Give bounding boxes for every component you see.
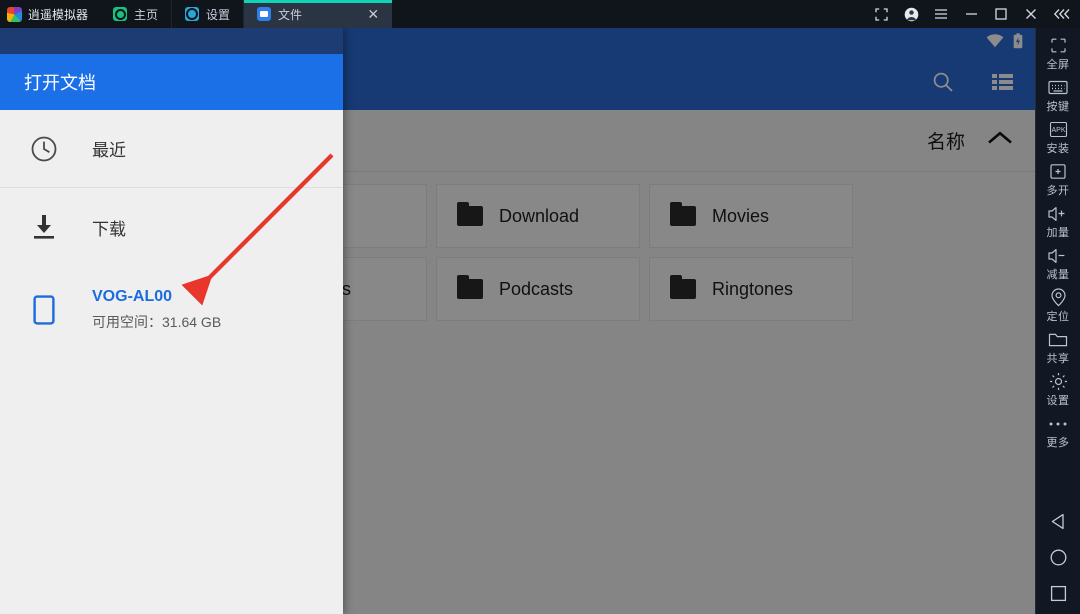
emulator-side-toolbar: 全屏 按键 APK 安装: [1035, 28, 1080, 614]
rail-item-settings-label: 设置: [1047, 392, 1070, 408]
volume-down-icon: [1047, 246, 1069, 265]
menu-button[interactable]: [926, 0, 956, 28]
download-icon: [30, 214, 58, 240]
keyboard-icon: [1048, 78, 1068, 97]
device-name: VOG-AL00: [92, 288, 221, 306]
close-button[interactable]: [1016, 0, 1046, 28]
drawer-item-recent-label: 最近: [92, 136, 126, 161]
clock-icon: [30, 135, 58, 163]
rail-item-multi-instance[interactable]: 多开: [1036, 158, 1080, 200]
rail-item-share-label: 共享: [1047, 350, 1070, 366]
rail-item-multi-instance-label: 多开: [1047, 182, 1070, 198]
multi-instance-icon: [1049, 162, 1067, 181]
drawer-item-recent[interactable]: 最近: [0, 110, 343, 188]
rail-item-volume-down[interactable]: 减量: [1036, 242, 1080, 284]
tab-close-icon[interactable]: ✕: [367, 7, 379, 21]
shared-folder-icon: [1048, 330, 1068, 349]
drawer-status-area: [0, 28, 343, 54]
tab-settings[interactable]: 设置: [172, 0, 244, 28]
rail-item-keys[interactable]: 按键: [1036, 74, 1080, 116]
android-back-button[interactable]: [1036, 506, 1080, 542]
rail-item-volume-up[interactable]: 加量: [1036, 200, 1080, 242]
home-circle-icon: [1049, 548, 1068, 572]
drawer-title: 打开文档: [24, 69, 96, 95]
rail-item-fullscreen-label: 全屏: [1047, 56, 1070, 72]
drawer-item-downloads[interactable]: 下载: [0, 188, 343, 266]
fullscreen-icon: [1049, 36, 1068, 55]
volume-up-icon: [1047, 204, 1069, 223]
tab-files[interactable]: 文件 ✕: [244, 0, 392, 28]
rail-item-keys-label: 按键: [1047, 98, 1070, 114]
android-screen: 11:45 A 打开文档: [0, 28, 1035, 614]
drawer-item-downloads-label: 下载: [92, 215, 126, 240]
svg-text:APK: APK: [1051, 127, 1065, 134]
brand-label: 逍遥模拟器: [28, 6, 88, 23]
account-button[interactable]: [896, 0, 926, 28]
rail-item-fullscreen[interactable]: 全屏: [1036, 32, 1080, 74]
tab-settings-label: 设置: [206, 6, 230, 23]
apk-install-icon: APK: [1049, 120, 1068, 139]
window-controls: [866, 0, 1080, 28]
drawer-item-device[interactable]: VOG-AL00 可用空间：31.64 GB: [0, 266, 343, 354]
rail-item-install-label: 安装: [1047, 140, 1070, 156]
tab-home[interactable]: 主页: [100, 0, 172, 28]
files-app-icon: [257, 7, 271, 21]
minimize-button[interactable]: [956, 0, 986, 28]
tab-home-label: 主页: [134, 6, 158, 23]
collapse-rail-button[interactable]: [1046, 0, 1076, 28]
rail-item-install[interactable]: APK 安装: [1036, 116, 1080, 158]
emulator-window: 逍遥模拟器 主页 设置 文件 ✕: [0, 0, 1080, 614]
emulator-titlebar: 逍遥模拟器 主页 设置 文件 ✕: [0, 0, 1080, 28]
device-free-space: 可用空间：31.64 GB: [92, 312, 221, 332]
device-text-block: VOG-AL00 可用空间：31.64 GB: [92, 288, 221, 332]
memu-logo-icon: [7, 7, 22, 22]
ellipsis-icon: [1048, 414, 1068, 433]
rail-item-location-label: 定位: [1047, 308, 1070, 324]
recents-square-icon: [1049, 584, 1068, 608]
location-pin-icon: [1050, 288, 1067, 307]
fullscreen-button[interactable]: [866, 0, 896, 28]
titlebar-spacer: [392, 0, 866, 28]
gear-icon: [1049, 372, 1068, 391]
tab-files-label: 文件: [278, 6, 350, 23]
rail-item-volume-down-label: 减量: [1047, 266, 1070, 282]
navigation-drawer: 打开文档 最近 下载: [0, 28, 343, 614]
android-recents-button[interactable]: [1036, 578, 1080, 614]
rail-item-volume-up-label: 加量: [1047, 224, 1070, 240]
drawer-title-bar: 打开文档: [0, 54, 343, 110]
home-app-icon: [113, 7, 127, 21]
brand: 逍遥模拟器: [0, 0, 100, 28]
phone-icon: [30, 295, 58, 325]
back-triangle-icon: [1049, 512, 1068, 536]
rail-item-settings[interactable]: 设置: [1036, 368, 1080, 410]
maximize-button[interactable]: [986, 0, 1016, 28]
android-home-button[interactable]: [1036, 542, 1080, 578]
settings-app-icon: [185, 7, 199, 21]
rail-item-location[interactable]: 定位: [1036, 284, 1080, 326]
rail-item-more-label: 更多: [1047, 434, 1070, 450]
rail-item-share[interactable]: 共享: [1036, 326, 1080, 368]
rail-item-more[interactable]: 更多: [1036, 410, 1080, 452]
